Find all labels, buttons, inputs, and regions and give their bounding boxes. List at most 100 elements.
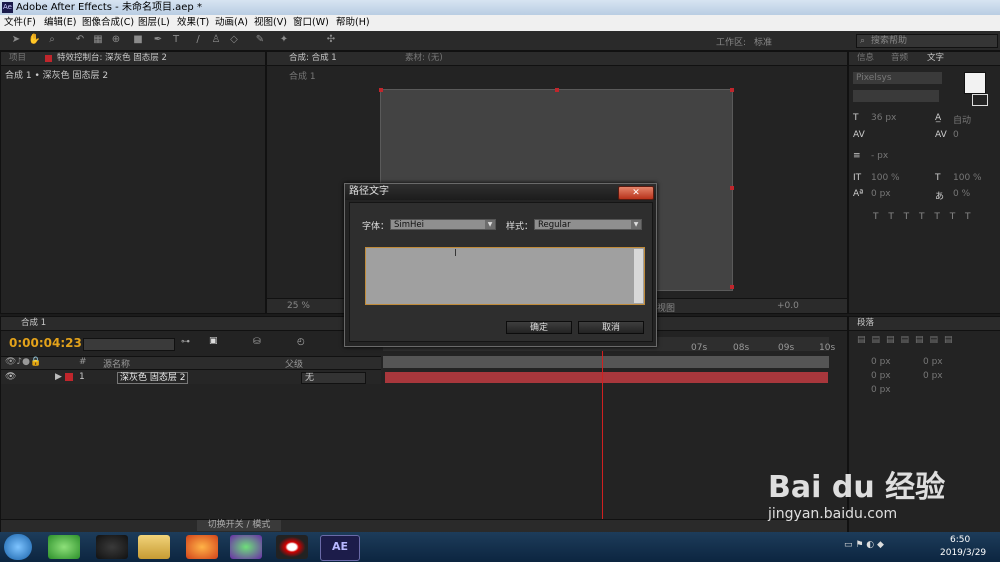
stroke-width-value[interactable]: - px — [871, 151, 888, 161]
screen-recorder-icon[interactable] — [276, 535, 308, 559]
layer-search-input[interactable] — [83, 338, 175, 351]
indent-left-value[interactable]: 0 px — [871, 357, 891, 367]
text-tool-icon[interactable]: T — [170, 34, 182, 46]
firefox-icon[interactable] — [186, 535, 218, 559]
space-before-value[interactable]: 0 px — [871, 371, 891, 381]
menu-view[interactable]: 视图(V) — [254, 15, 287, 31]
pen-tool-icon[interactable]: ✒ — [152, 34, 164, 46]
menu-layer[interactable]: 图层(L) — [138, 15, 170, 31]
menu-edit[interactable]: 编辑(E) — [44, 15, 76, 31]
view-selector[interactable]: 视图 — [657, 301, 675, 314]
zoom-tool-icon[interactable]: ⌕ — [46, 34, 58, 46]
window-title-bar: Ae Adobe After Effects - 未命名项目.aep * — [0, 0, 1000, 15]
work-area-bar[interactable] — [383, 356, 829, 368]
expand-triangle-icon[interactable]: ▶ — [55, 372, 62, 382]
toggle-switches-modes-button[interactable]: 切换开关 / 模式 — [197, 520, 281, 531]
file-explorer-icon[interactable] — [138, 535, 170, 559]
tab-project[interactable]: 项目 — [9, 52, 26, 65]
menu-help[interactable]: 帮助(H) — [336, 15, 370, 31]
font-select[interactable]: SimHei ▼ — [390, 219, 496, 230]
layer-name[interactable]: 深灰色 固态层 2 — [117, 372, 189, 384]
style-select[interactable]: Regular ▼ — [534, 219, 642, 230]
zoom-level[interactable]: 25 % — [287, 301, 310, 311]
tab-timeline-comp[interactable]: 合成 1 — [21, 317, 46, 330]
space-after-value[interactable]: 0 px — [923, 371, 943, 381]
leading-value[interactable]: 自动 — [953, 113, 971, 126]
handle-top-center[interactable] — [555, 88, 559, 92]
horizontal-scale-value[interactable]: 100 % — [953, 173, 982, 183]
visibility-eye-icon[interactable]: 👁 — [5, 372, 16, 382]
textarea-scrollbar[interactable] — [634, 249, 643, 303]
comp-tabbar: 合成: 合成 1 素材: (无) — [267, 52, 847, 66]
draft-3d-icon[interactable]: ⊶ — [181, 337, 190, 347]
selection-tool-icon[interactable]: ➤ — [10, 34, 22, 46]
tab-info[interactable]: 信息 — [857, 52, 874, 65]
font-style-select[interactable] — [853, 90, 939, 102]
fill-color-swatch[interactable] — [964, 72, 986, 94]
comp-mini-flowchart-icon[interactable]: ▣ — [209, 336, 218, 346]
comp-breadcrumb[interactable]: 合成 1 — [289, 69, 316, 82]
menu-file[interactable]: 文件(F) — [4, 15, 36, 31]
text-style-buttons[interactable]: TTTTTTT — [873, 212, 981, 222]
handle-top-left[interactable] — [379, 88, 383, 92]
tsume-icon: あ — [935, 192, 945, 202]
media-player-icon[interactable] — [230, 535, 262, 559]
rotate-tool-icon[interactable]: ↶ — [74, 34, 86, 46]
tab-audio[interactable]: 音频 — [891, 52, 908, 65]
tray-icons[interactable]: ▭ ⚑ ◐ ◆ — [844, 540, 884, 550]
tab-footage[interactable]: 素材: (无) — [405, 52, 443, 65]
layer-duration-bar[interactable] — [385, 372, 828, 383]
rectangle-tool-icon[interactable]: ■ — [132, 34, 144, 46]
qq-icon[interactable] — [96, 535, 128, 559]
tab-character[interactable]: 文字 — [927, 52, 944, 65]
tsume-value[interactable]: 0 % — [953, 189, 970, 199]
tracking-value[interactable]: 0 — [953, 130, 959, 140]
parent-select[interactable]: 无 — [301, 372, 366, 384]
indent-right-value[interactable]: 0 px — [923, 357, 943, 367]
font-family-select[interactable]: Pixelsys — [853, 72, 942, 84]
puppet-tool-icon[interactable]: ✦ — [278, 34, 290, 46]
paragraph-align-buttons[interactable]: ▤▤▤▤▤▤▤ — [857, 335, 959, 345]
menu-animation[interactable]: 动画(A) — [215, 15, 248, 31]
workspace-value[interactable]: 标准 — [754, 35, 772, 48]
current-timecode[interactable]: 0:00:04:23 — [9, 336, 82, 350]
brush-tool-icon[interactable]: / — [192, 34, 204, 46]
cancel-button[interactable]: 取消 — [578, 321, 644, 334]
stroke-color-swatch[interactable] — [972, 94, 988, 106]
roto-brush-icon[interactable]: ✎ — [254, 34, 266, 46]
start-button[interactable] — [4, 534, 32, 560]
eraser-tool-icon[interactable]: ◇ — [228, 34, 240, 46]
handle-bottom-right[interactable] — [730, 285, 734, 289]
hand-tool-icon[interactable]: ✋ — [28, 34, 40, 46]
menu-effect[interactable]: 效果(T) — [177, 15, 209, 31]
timeline-footer: 切换开关 / 模式 — [1, 519, 847, 532]
graph-editor-icon[interactable]: ◴ — [297, 337, 305, 347]
handle-top-right[interactable] — [730, 88, 734, 92]
browser-360-icon[interactable] — [48, 535, 80, 559]
tab-paragraph[interactable]: 段落 — [857, 317, 874, 330]
table-row[interactable]: 👁 ▶ 1 深灰色 固态层 2 无 — [1, 370, 381, 384]
ok-button[interactable]: 确定 — [506, 321, 572, 334]
clone-tool-icon[interactable]: ♙ — [210, 34, 222, 46]
axis-icon[interactable]: ✣ — [325, 34, 337, 46]
after-effects-taskbar-button[interactable]: AE — [320, 535, 360, 561]
path-text-input[interactable]: I — [365, 247, 645, 305]
font-size-value[interactable]: 36 px — [871, 113, 896, 123]
help-search-input[interactable]: ⌕ 搜索帮助 — [856, 34, 998, 48]
baseline-shift-value[interactable]: 0 px — [871, 189, 891, 199]
tab-effect-controls[interactable]: 特效控制台: 深灰色 固态层 2 — [57, 52, 167, 65]
layer-name-header[interactable]: 源名称 — [103, 357, 130, 370]
menu-window[interactable]: 窗口(W) — [293, 15, 329, 31]
camera-tool-icon[interactable]: ▦ — [92, 34, 104, 46]
tab-composition[interactable]: 合成: 合成 1 — [289, 52, 337, 65]
first-line-indent-value[interactable]: 0 px — [871, 385, 891, 395]
menu-composition[interactable]: 图像合成(C) — [82, 15, 134, 31]
motion-blur-icon[interactable]: ⛁ — [253, 337, 261, 347]
vertical-scale-value[interactable]: 100 % — [871, 173, 900, 183]
close-button[interactable]: ✕ — [618, 186, 654, 200]
exposure-value[interactable]: +0.0 — [777, 301, 799, 311]
playhead-line[interactable] — [602, 351, 603, 521]
pan-behind-tool-icon[interactable]: ⊕ — [110, 34, 122, 46]
layer-label-color[interactable] — [65, 373, 73, 381]
handle-mid-right[interactable] — [730, 186, 734, 190]
